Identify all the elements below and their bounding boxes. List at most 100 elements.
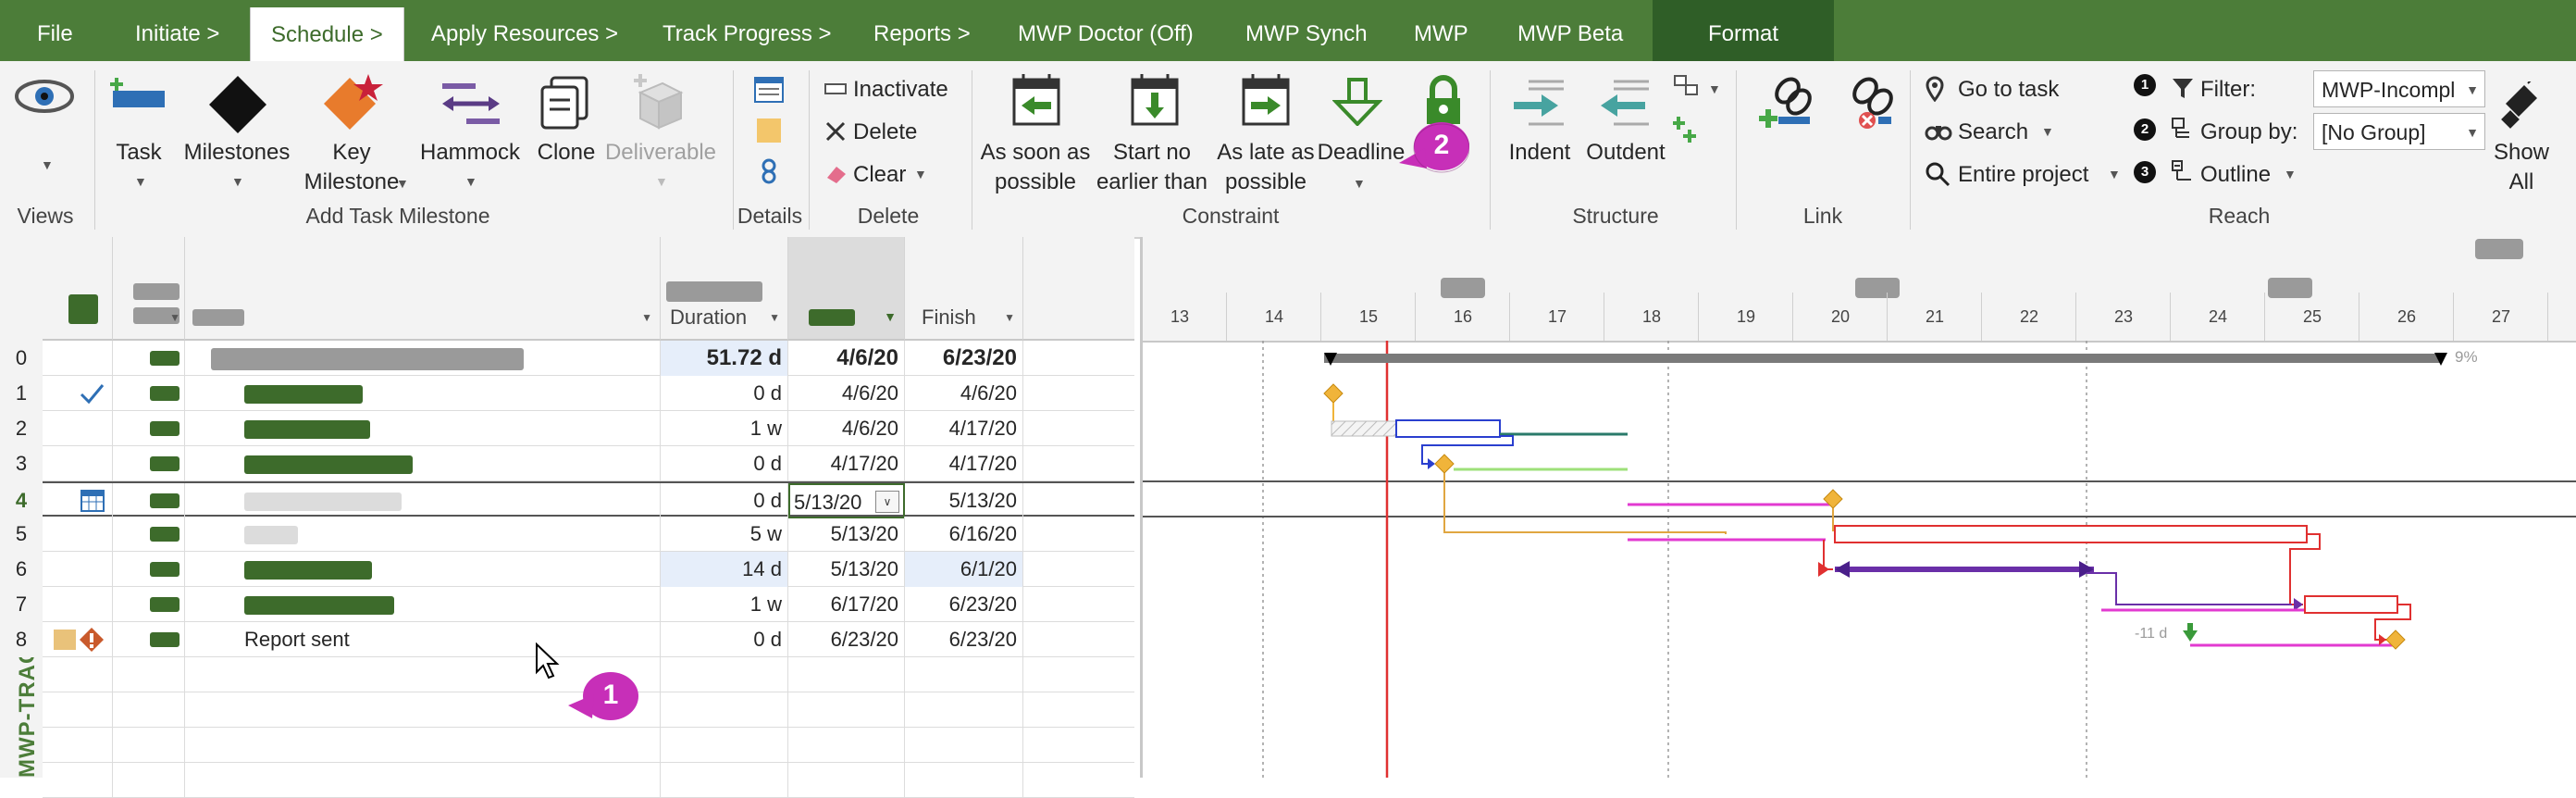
empty-cell[interactable]	[113, 763, 185, 798]
table-row[interactable]: 0 51.72 d 4/6/20 6/23/20	[0, 341, 1134, 376]
empty-cell[interactable]	[905, 763, 1023, 798]
delete-x-icon[interactable]	[824, 120, 848, 147]
empty-cell[interactable]	[43, 728, 113, 763]
task-mode-cell[interactable]	[113, 341, 185, 376]
inactivate-button[interactable]: Inactivate	[853, 76, 948, 104]
column-dropdown-icon[interactable]: ▼	[169, 311, 180, 324]
empty-cell[interactable]	[788, 692, 905, 728]
magnifier-icon[interactable]	[1925, 161, 1951, 192]
links-icon[interactable]	[753, 157, 785, 190]
start-cell[interactable]: 4/17/20	[788, 446, 905, 481]
finish-cell[interactable]: 4/17/20	[905, 411, 1023, 446]
finish-cell[interactable]: 6/23/20	[905, 341, 1023, 376]
empty-cell[interactable]	[113, 728, 185, 763]
row-id[interactable]: 4	[0, 483, 43, 518]
link-add-icon[interactable]	[1758, 74, 1814, 134]
table-row[interactable]: 7 1 w 6/17/20 6/23/20	[0, 587, 1134, 622]
empty-cell[interactable]	[788, 728, 905, 763]
column-dropdown-icon[interactable]: ▼	[1004, 311, 1015, 324]
empty-cell[interactable]	[185, 728, 661, 763]
task-mode-cell[interactable]	[113, 411, 185, 446]
duration-cell[interactable]: 0 d	[661, 446, 788, 481]
task-mode-cell[interactable]	[113, 587, 185, 622]
menu-initiate[interactable]: Initiate >	[135, 0, 219, 61]
task-name-cell[interactable]	[185, 341, 661, 376]
binoculars-icon[interactable]	[1925, 120, 1952, 145]
menu-mwp-synch[interactable]: MWP Synch	[1245, 0, 1368, 61]
search-button[interactable]: Search	[1958, 118, 2028, 146]
empty-cell[interactable]	[788, 657, 905, 692]
header-indicator-col[interactable]	[43, 237, 113, 341]
task-button-label[interactable]: Task	[109, 139, 168, 167]
menu-mwp[interactable]: MWP	[1414, 0, 1468, 61]
task-mode-cell[interactable]	[113, 376, 185, 411]
column-dropdown-icon[interactable]: ▼	[641, 311, 652, 324]
header-task-name-col[interactable]: ▼	[185, 237, 661, 341]
row-id[interactable]: 0	[0, 341, 43, 376]
notes-icon[interactable]	[753, 117, 785, 149]
asap-label-1[interactable]: As soon as	[975, 139, 1096, 167]
menu-reports[interactable]: Reports >	[873, 0, 971, 61]
eraser-icon[interactable]	[824, 163, 848, 190]
milestones-button-label[interactable]: Milestones	[181, 139, 292, 167]
duration-cell[interactable]: 51.72 d	[661, 341, 788, 376]
task-name-cell[interactable]	[185, 517, 661, 552]
task-name-cell[interactable]	[185, 587, 661, 622]
clone-icon[interactable]	[539, 74, 594, 136]
row-id[interactable]: 6	[0, 552, 43, 587]
column-dropdown-icon[interactable]: ▼	[769, 311, 780, 324]
start-cell[interactable]: 5/13/20 ∨	[788, 483, 905, 518]
finish-cell[interactable]: 4/17/20	[905, 446, 1023, 481]
start-cell[interactable]: 4/6/20	[788, 411, 905, 446]
flashlight-icon[interactable]	[2500, 79, 2541, 134]
duration-cell[interactable]: 0 d	[661, 483, 788, 518]
menu-format[interactable]: Format	[1653, 0, 1835, 61]
empty-cell[interactable]	[661, 728, 788, 763]
task-mode-cell[interactable]	[113, 622, 185, 657]
link-remove-icon[interactable]	[1839, 74, 1895, 134]
task-mode-cell[interactable]	[113, 517, 185, 552]
hammock-icon[interactable]	[439, 76, 503, 136]
alap-label-2[interactable]: possible	[1203, 168, 1329, 196]
snet-label-1[interactable]: Start no	[1092, 139, 1212, 167]
finish-cell[interactable]: 6/23/20	[905, 622, 1023, 657]
entire-project-dropdown-icon[interactable]: ▼	[2108, 167, 2121, 181]
header-finish-col[interactable]: Finish ▼	[905, 237, 1023, 341]
group-by-select[interactable]: [No Group] ▼	[2313, 113, 2485, 150]
filter-dropdown-icon[interactable]: ▼	[2466, 71, 2479, 106]
task-mode-cell[interactable]	[113, 483, 185, 518]
start-cell[interactable]: 6/17/20	[788, 587, 905, 622]
key-milestone-label-1[interactable]: Key	[305, 139, 398, 167]
header-start-col[interactable]: ▼	[788, 237, 905, 341]
hammock-dropdown-icon[interactable]: ▼	[464, 174, 477, 189]
add-subtask-icon[interactable]	[1672, 117, 1701, 149]
entire-project-button[interactable]: Entire project	[1958, 161, 2088, 189]
empty-cell[interactable]	[113, 692, 185, 728]
start-cell[interactable]: 6/23/20	[788, 622, 905, 657]
start-cell[interactable]: 5/13/20	[788, 552, 905, 587]
group-by-dropdown-icon[interactable]: ▼	[2466, 114, 2479, 149]
inactivate-icon[interactable]	[824, 80, 848, 103]
table-row[interactable]: 4 0 d 5/13/20 ∨ 5/13/20	[0, 481, 1134, 518]
empty-row[interactable]	[43, 728, 1134, 763]
finish-cell[interactable]: 6/16/20	[905, 517, 1023, 552]
duration-cell[interactable]: 5 w	[661, 517, 788, 552]
search-dropdown-icon[interactable]: ▼	[2041, 124, 2054, 139]
task-name-cell[interactable]	[185, 446, 661, 481]
duration-cell[interactable]: 0 d	[661, 376, 788, 411]
menu-mwp-doctor[interactable]: MWP Doctor (Off)	[1018, 0, 1194, 61]
finish-cell[interactable]: 4/6/20	[905, 376, 1023, 411]
delete-button[interactable]: Delete	[853, 118, 917, 146]
clear-button[interactable]: Clear	[853, 161, 906, 189]
empty-cell[interactable]	[788, 763, 905, 798]
menu-mwp-beta[interactable]: MWP Beta	[1517, 0, 1623, 61]
row-id[interactable]: 5	[0, 517, 43, 552]
table-row[interactable]: 30 d 4/17/20 4/17/20	[0, 446, 1134, 481]
finish-cell[interactable]: 6/23/20	[905, 587, 1023, 622]
alap-calendar-icon[interactable]	[1240, 72, 1292, 132]
show-all-label-1[interactable]: Show	[2480, 139, 2563, 167]
table-row[interactable]: 5 5 w 5/13/20 6/16/20	[0, 517, 1134, 552]
outdent-icon[interactable]	[1595, 78, 1653, 134]
clear-dropdown-icon[interactable]: ▼	[914, 167, 927, 181]
views-dropdown-icon[interactable]: ▼	[41, 157, 54, 172]
